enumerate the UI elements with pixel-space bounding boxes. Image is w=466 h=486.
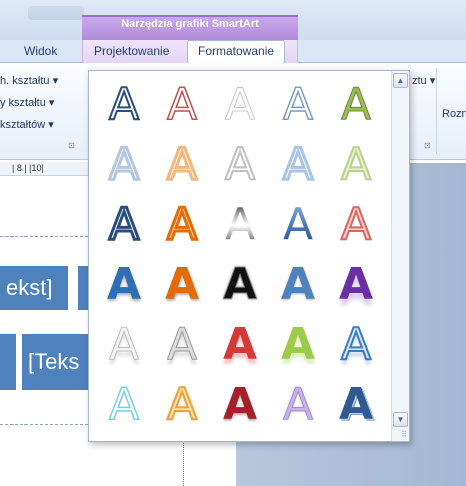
wordart-style-glyph: A bbox=[107, 139, 140, 190]
wordart-style-glyph: A bbox=[282, 199, 314, 250]
scroll-down-icon[interactable]: ▼ bbox=[393, 412, 408, 427]
wordart-style-glyph: A bbox=[224, 79, 256, 130]
smartart-frame bbox=[0, 236, 12, 428]
wordart-style-glyph: A bbox=[338, 379, 374, 430]
wordart-style-fill-green[interactable]: A bbox=[329, 79, 383, 131]
wordart-style-outline-lightblue[interactable]: A bbox=[271, 79, 325, 131]
tab-widok[interactable]: Widok bbox=[24, 44, 57, 58]
wordart-style-glyph: A bbox=[224, 199, 256, 250]
wordart-style-glyph: A bbox=[166, 379, 198, 430]
tab-formatowanie[interactable]: Formatowanie bbox=[198, 44, 274, 58]
wordart-styles-gallery[interactable]: AAAAAAAAAAAAAAAAAAAAAAAAAAAAAA ▲ ▼ ⠿ bbox=[88, 70, 410, 442]
wordart-style-glyph: A bbox=[165, 139, 198, 190]
frame-border-bottom bbox=[0, 424, 88, 425]
wordart-style-glyph: A bbox=[107, 199, 140, 250]
wordart-style-bevel-navy[interactable]: A bbox=[97, 199, 151, 251]
gallery-scrollbar[interactable]: ▲ ▼ bbox=[391, 71, 409, 441]
tab-projektowanie[interactable]: Projektowanie bbox=[94, 44, 169, 58]
scroll-up-icon[interactable]: ▲ bbox=[393, 73, 408, 88]
wordart-style-bold-steelblue[interactable]: A bbox=[271, 259, 325, 311]
smartart-shape-3[interactable] bbox=[0, 334, 16, 390]
wordart-style-gradient-blue[interactable]: A bbox=[271, 199, 325, 251]
wordart-style-glyph: A bbox=[108, 379, 140, 430]
wordart-style-glyph: A bbox=[280, 259, 316, 310]
wordart-style-3d-navy[interactable]: A bbox=[329, 379, 383, 431]
wordart-style-glyph: A bbox=[222, 319, 258, 370]
wordart-style-outline-gray[interactable]: A bbox=[213, 79, 267, 131]
wordart-style-reflect-silver[interactable]: A bbox=[97, 319, 151, 371]
shape-styles-launcher-icon[interactable]: ⊡ bbox=[68, 141, 75, 150]
wordart-style-glyph: A bbox=[222, 379, 258, 430]
wordart-style-bold-purple[interactable]: A bbox=[329, 259, 383, 311]
wordart-style-reflect-blue[interactable]: A bbox=[329, 319, 383, 371]
wordart-style-glyph: A bbox=[280, 319, 316, 370]
wordart-style-glyph: A bbox=[108, 319, 140, 370]
text-effects-dropdown[interactable]: ztu ▾ bbox=[412, 74, 435, 87]
wordart-style-gradient-gray[interactable]: A bbox=[213, 199, 267, 251]
wordart-style-outline-red[interactable]: A bbox=[155, 79, 209, 131]
wordart-style-outline-pale-green[interactable]: A bbox=[329, 139, 383, 191]
wordart-style-glyph: A bbox=[340, 199, 372, 250]
wordart-style-glyph: A bbox=[164, 259, 200, 310]
wordart-style-glyph: A bbox=[340, 79, 372, 130]
shape-fill-dropdown[interactable]: h. kształtu ▾ bbox=[0, 74, 58, 87]
wordart-style-glyph: A bbox=[166, 319, 198, 370]
size-group-label[interactable]: Rozn bbox=[442, 108, 466, 120]
wordart-style-glyph: A bbox=[281, 139, 314, 190]
wordart-style-glyph: A bbox=[338, 259, 374, 310]
wordart-style-bold-black[interactable]: A bbox=[213, 259, 267, 311]
wordart-style-bold-orange[interactable]: A bbox=[155, 259, 209, 311]
wordart-style-glyph: A bbox=[106, 259, 142, 310]
wordart-style-glow-orange[interactable]: A bbox=[155, 379, 209, 431]
wordart-style-glyph: A bbox=[224, 139, 256, 190]
wordart-style-glyph: A bbox=[340, 139, 372, 190]
wordart-style-bevel-orange[interactable]: A bbox=[155, 199, 209, 251]
wordart-style-glyph: A bbox=[282, 79, 314, 130]
horizontal-ruler: | 8 | |10| bbox=[0, 162, 90, 176]
wordart-style-glyph: A bbox=[108, 79, 140, 130]
wordart-style-bold-crimson[interactable]: A bbox=[213, 379, 267, 431]
wordart-style-outline-salmon[interactable]: A bbox=[329, 199, 383, 251]
resize-grip-icon[interactable]: ⠿ bbox=[401, 430, 407, 439]
wordart-style-reflect-green[interactable]: A bbox=[271, 319, 325, 371]
wordart-style-outline-cyan[interactable]: A bbox=[97, 379, 151, 431]
wordart-styles-launcher-icon[interactable]: ⊡ bbox=[424, 141, 431, 150]
wordart-style-bold-blue[interactable]: A bbox=[97, 259, 151, 311]
frame-border-top bbox=[0, 236, 88, 237]
shape-outline-dropdown[interactable]: y kształtu ▾ bbox=[0, 96, 54, 109]
wordart-style-outline-blue[interactable]: A bbox=[97, 79, 151, 131]
wordart-style-glyph: A bbox=[222, 259, 258, 310]
wordart-style-outline-orange[interactable]: A bbox=[155, 139, 209, 191]
wordart-style-glyph: A bbox=[166, 79, 198, 130]
wordart-style-glyph: A bbox=[340, 319, 372, 370]
wordart-style-outline-pale-blue2[interactable]: A bbox=[271, 139, 325, 191]
smartart-shape-2[interactable] bbox=[78, 266, 88, 310]
ruler-marks: | 8 | |10| bbox=[12, 163, 44, 173]
contextual-group-title: Narzędzia grafiki SmartArt bbox=[121, 18, 259, 30]
wordart-style-outline-silver[interactable]: A bbox=[213, 139, 267, 191]
faded-tab-header bbox=[28, 6, 84, 20]
wordart-style-glyph: A bbox=[165, 199, 198, 250]
smartart-shape-4[interactable]: [Teks bbox=[22, 334, 88, 390]
wordart-style-reflect-red[interactable]: A bbox=[213, 319, 267, 371]
wordart-style-soft-lavender[interactable]: A bbox=[271, 379, 325, 431]
wordart-style-reflect-gray[interactable]: A bbox=[155, 319, 209, 371]
wordart-style-outline-pale-blue[interactable]: A bbox=[97, 139, 151, 191]
wordart-style-glyph: A bbox=[282, 379, 314, 430]
shape-effects-dropdown[interactable]: kształtów ▾ bbox=[0, 118, 54, 131]
smartart-shape-1[interactable]: ekst] bbox=[0, 266, 68, 310]
ribbon-group-separator bbox=[436, 68, 437, 154]
